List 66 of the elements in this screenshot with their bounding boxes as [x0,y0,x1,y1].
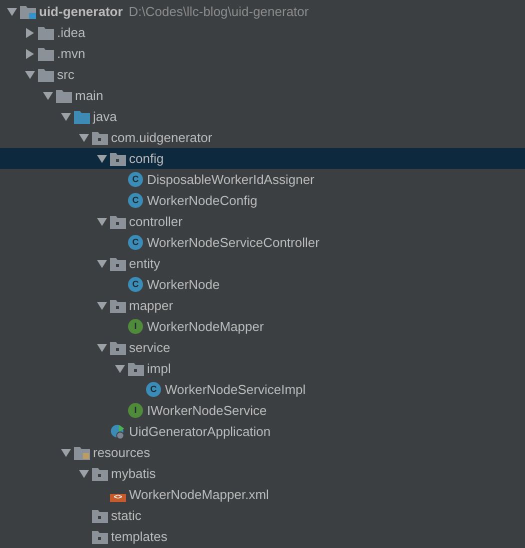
expanded-arrow-icon[interactable] [97,260,107,268]
project-path: D:\Codes\llc-blog\uid-generator [128,4,309,19]
package-folder-icon [92,130,108,144]
folder-icon [74,110,90,124]
expanded-arrow-icon[interactable] [79,470,89,478]
class-icon: C [128,172,143,187]
expanded-arrow-icon[interactable] [97,218,107,226]
folder-icon [38,68,54,82]
class-icon: C [146,382,161,397]
tree-item[interactable]: C DisposableWorkerIdAssigner [0,169,525,190]
package-folder-icon [110,340,126,354]
tree-item[interactable]: templates [0,526,525,547]
tree-item[interactable]: UidGeneratorApplication [0,421,525,442]
package-folder-icon [128,362,144,376]
class-icon: C [128,193,143,208]
tree-item[interactable]: entity [0,253,525,274]
folder-icon [38,26,54,40]
interface-icon: I [128,319,143,334]
project-folder-icon [20,4,36,18]
tree-item[interactable]: impl [0,358,525,379]
tree-item[interactable]: resources [0,442,525,463]
tree-item[interactable]: uid-generator D:\Codes\llc-blog\uid-generator [0,1,525,22]
expanded-arrow-icon[interactable] [7,8,17,16]
expanded-arrow-icon[interactable] [115,364,125,372]
package-folder-icon [110,214,126,228]
tree-item[interactable]: src [0,64,525,85]
package-folder-icon [110,256,126,270]
tree-item[interactable]: java [0,106,525,127]
package-folder-icon [92,508,108,522]
package-folder-icon [92,530,108,544]
tree-item[interactable]: com.uidgenerator [0,127,525,148]
tree-item[interactable]: I IWorkerNodeService [0,400,525,421]
tree-item[interactable]: .mvn [0,43,525,64]
package-folder-icon [110,298,126,312]
expanded-arrow-icon[interactable] [61,112,71,120]
tree-item[interactable]: main [0,85,525,106]
expanded-arrow-icon[interactable] [97,344,107,352]
tree-item[interactable]: C WorkerNodeConfig [0,190,525,211]
tree-item[interactable]: C WorkerNodeServiceImpl [0,379,525,400]
tree-item[interactable]: mapper [0,295,525,316]
tree-item[interactable]: config [0,148,525,169]
class-icon: C [128,277,143,292]
package-folder-icon [92,466,108,480]
expanded-arrow-icon[interactable] [43,92,53,100]
tree-item[interactable]: controller [0,211,525,232]
expanded-arrow-icon[interactable] [61,448,71,456]
collapsed-arrow-icon[interactable] [26,48,34,58]
tree-item[interactable]: I WorkerNodeMapper [0,316,525,337]
class-icon: C [128,235,143,250]
application-class-icon [110,422,126,440]
tree-item[interactable]: static [0,505,525,526]
collapsed-arrow-icon[interactable] [26,28,34,38]
tree-item[interactable]: C WorkerNode [0,274,525,295]
tree-item[interactable]: service [0,337,525,358]
tree-item[interactable]: .idea [0,22,525,43]
tree-item[interactable]: mybatis [0,463,525,484]
expanded-arrow-icon[interactable] [97,154,107,162]
resources-folder-icon [74,446,90,460]
expanded-arrow-icon[interactable] [25,70,35,78]
expanded-arrow-icon[interactable] [97,302,107,310]
folder-icon [38,46,54,60]
folder-icon [56,88,72,102]
package-folder-icon [110,152,126,166]
tree-item[interactable]: C WorkerNodeServiceController [0,232,525,253]
expanded-arrow-icon[interactable] [79,134,89,142]
interface-icon: I [128,403,143,418]
